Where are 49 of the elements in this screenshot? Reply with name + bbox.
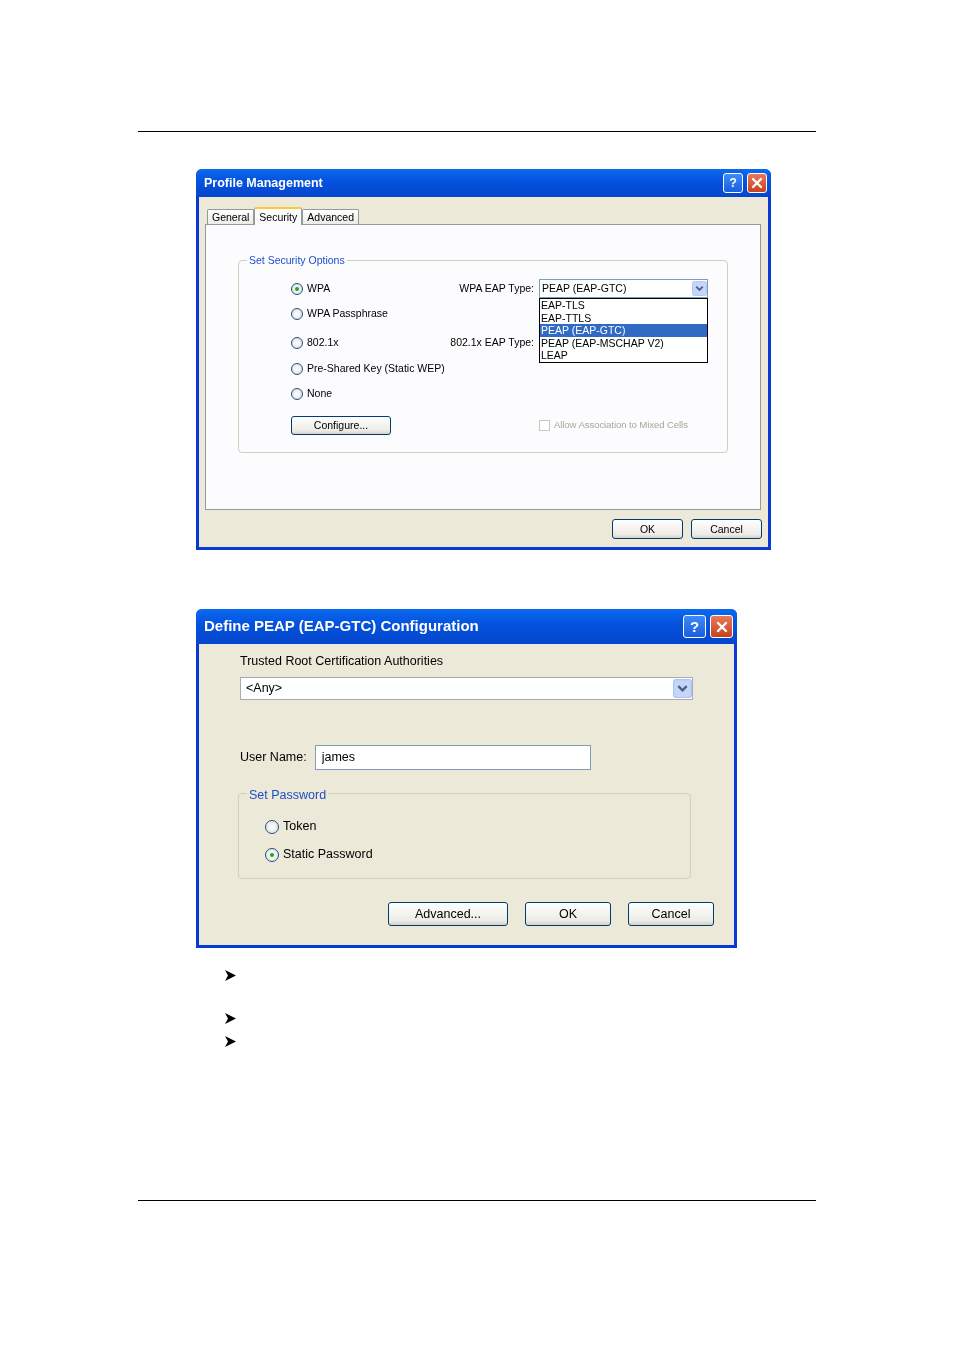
dropdown-option[interactable]: EAP-TLS	[540, 299, 707, 312]
checkbox-label: Allow Association to Mixed Cells	[554, 418, 688, 433]
tab[interactable]: General	[207, 209, 255, 224]
cancel-button[interactable]: Cancel	[691, 519, 762, 539]
bullet-arrow-icon	[225, 1013, 236, 1024]
help-button[interactable]: ?	[723, 173, 743, 193]
dropdown-option[interactable]: EAP-TTLS	[540, 311, 707, 324]
close-button[interactable]	[747, 173, 767, 193]
bullet-arrow-icon	[225, 1036, 236, 1047]
radio-button[interactable]	[291, 282, 303, 295]
close-icon	[715, 620, 728, 633]
advanced-button[interactable]: Advanced...	[388, 901, 508, 926]
radio-button[interactable]	[291, 387, 303, 400]
window-title: Define PEAP (EAP-GTC) Configuration	[204, 616, 479, 637]
username-field[interactable]: james	[314, 744, 591, 770]
dropdown-value: PEAP (EAP-GTC)	[542, 280, 627, 296]
cancel-button[interactable]: Cancel	[628, 901, 714, 926]
help-button[interactable]: ?	[683, 615, 706, 638]
radio-button[interactable]	[291, 362, 303, 375]
radio-button[interactable]	[265, 847, 279, 862]
dropdown-option[interactable]: LEAP	[540, 349, 707, 362]
dropdown-option[interactable]: PEAP (EAP-MSCHAP V2)	[540, 336, 707, 349]
field-label: User Name:	[240, 748, 307, 766]
close-icon	[751, 177, 763, 189]
tab[interactable]: Advanced	[302, 209, 359, 224]
group-title: Set Security Options	[247, 253, 347, 269]
dropdown-value: <Any>	[246, 679, 283, 697]
ok-button[interactable]: OK	[525, 901, 611, 926]
window-title: Profile Management	[204, 174, 323, 192]
ok-button[interactable]: OK	[612, 519, 683, 539]
field-label: Trusted Root Certification Authorities	[240, 653, 445, 670]
radio-label: Static Password	[283, 846, 373, 864]
dropdown-option[interactable]: PEAP (EAP-GTC)	[540, 324, 707, 337]
radio-button[interactable]	[265, 819, 279, 834]
field-label: 802.1x EAP Type:	[449, 334, 535, 350]
radio-label: WPA	[307, 280, 331, 296]
radio-label: Token	[283, 818, 317, 836]
bullet-arrow-icon	[225, 970, 236, 981]
radio-label: Pre-Shared Key (Static WEP)	[307, 360, 445, 376]
close-button[interactable]	[710, 615, 733, 638]
configure-button[interactable]: Configure...	[291, 416, 391, 435]
radio-label: 802.1x	[307, 334, 339, 350]
radio-label: WPA Passphrase	[307, 305, 388, 321]
radio-button[interactable]	[291, 307, 303, 320]
radio-button[interactable]	[291, 336, 303, 349]
radio-label: None	[307, 385, 333, 401]
dropdown[interactable]: <Any>	[240, 676, 693, 700]
tab[interactable]: Security	[254, 207, 303, 225]
field-label: WPA EAP Type:	[458, 280, 535, 296]
